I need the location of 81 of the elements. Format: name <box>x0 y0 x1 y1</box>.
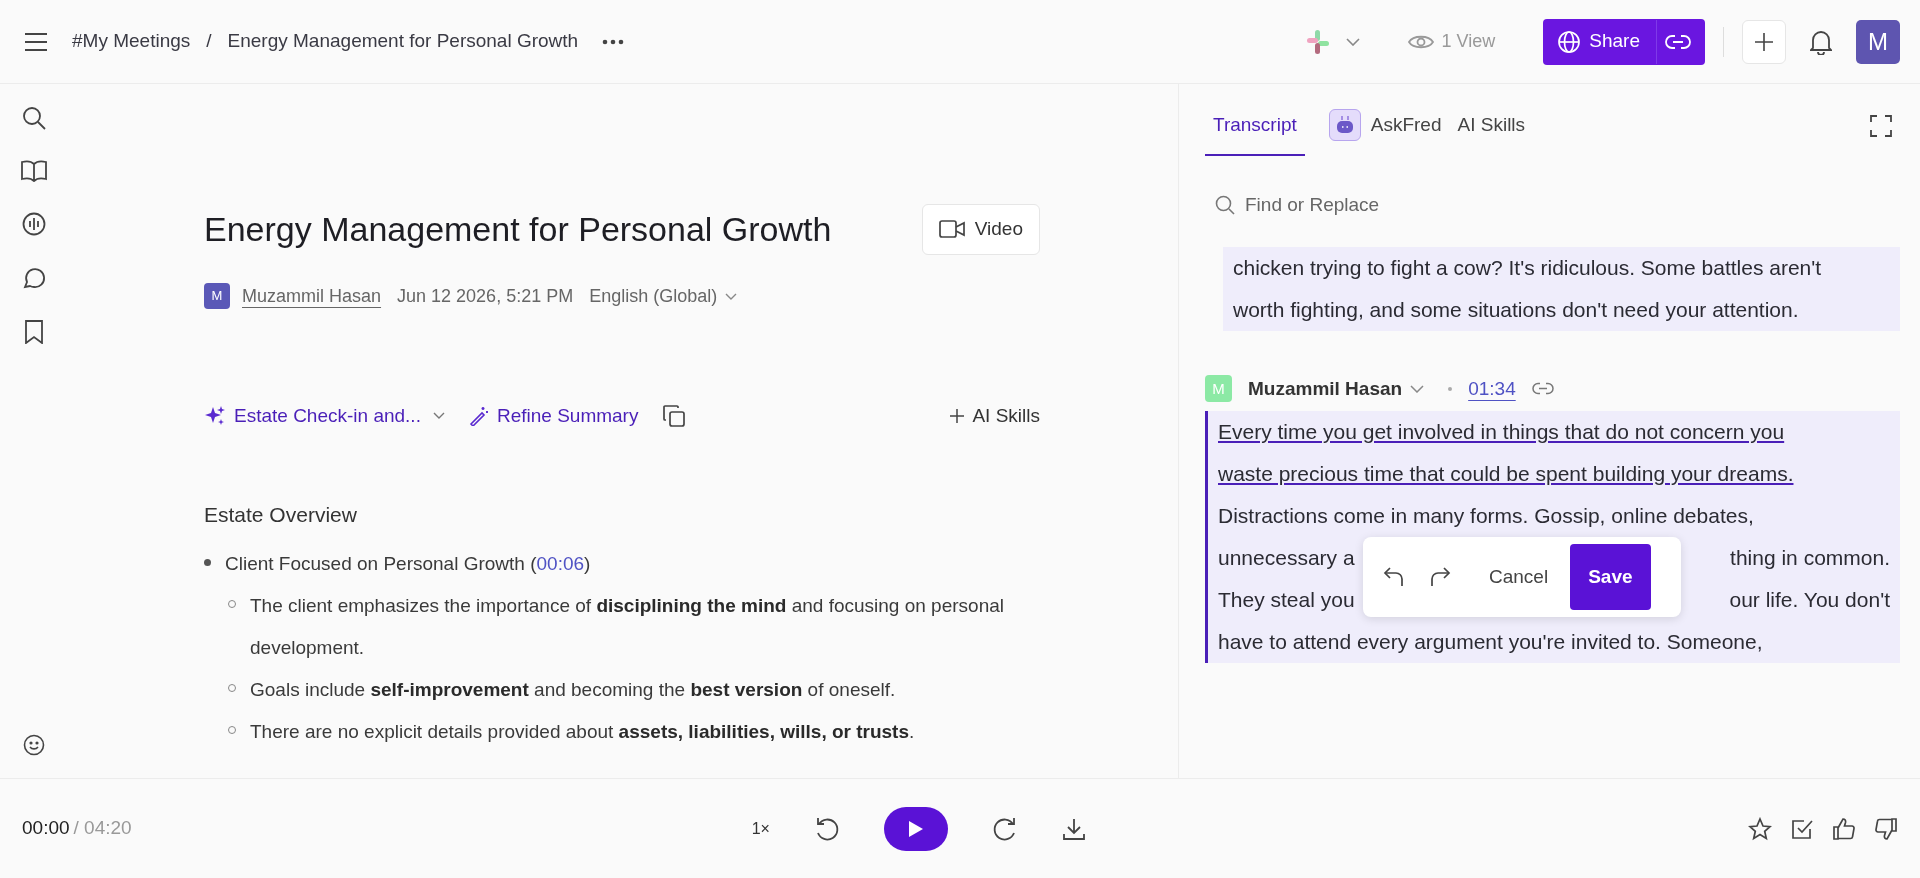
section-heading: Estate Overview <box>204 502 358 528</box>
search-icon <box>1215 195 1235 216</box>
plus-icon <box>950 408 965 423</box>
star-button[interactable] <box>1748 816 1772 841</box>
link-icon[interactable] <box>1531 382 1554 396</box>
bookmark-icon[interactable] <box>24 320 44 344</box>
share-button[interactable]: Share <box>1543 18 1705 65</box>
transcript-line[interactable]: waste precious time that could be spent building your dreams. <box>1218 453 1890 495</box>
speaker-avatar: M <box>1205 375 1232 403</box>
panel-tab[interactable]: Transcript <box>1205 96 1305 156</box>
timestamp-link[interactable]: 00:06 <box>536 553 585 575</box>
edited-transcript-block[interactable] <box>1205 411 1900 663</box>
smiley-icon[interactable] <box>23 734 45 756</box>
speaker-name: Muzammil Hasan <box>1248 376 1403 401</box>
view-count: 1 View <box>1441 30 1496 53</box>
redo-button[interactable] <box>1429 567 1451 587</box>
magic-wand-icon <box>468 405 489 426</box>
play-button[interactable] <box>883 806 948 851</box>
current-time: 00:00 <box>22 816 70 841</box>
bullet-icon <box>204 559 211 567</box>
transcript-line[interactable]: have to attend every argument you're invited to. Someone, <box>1218 621 1890 663</box>
plus-icon <box>1754 31 1774 52</box>
video-button[interactable]: Video <box>921 204 1040 255</box>
summary-detail: Goals include self-improvement and becoming the best version of oneself. <box>250 678 896 703</box>
undo-button[interactable] <box>1383 567 1405 587</box>
timestamp-link[interactable]: 01:34 <box>1468 374 1516 403</box>
menu-icon[interactable] <box>24 32 48 51</box>
refine-summary-button[interactable]: Refine Summary <box>468 401 639 430</box>
playback-speed-button[interactable]: 1× <box>751 816 770 841</box>
transcript-line[interactable]: chicken trying to fight a cow? It's ridiculous. Some battles aren't <box>1233 246 1890 289</box>
thumbs-up-button[interactable] <box>1832 816 1856 841</box>
play-icon <box>907 819 924 838</box>
chat-icon[interactable] <box>22 266 46 290</box>
summary-detail: There are no explicit details provided about assets, liabilities, wills, or trusts. <box>250 720 915 745</box>
download-button[interactable] <box>1061 816 1086 841</box>
language-selector[interactable]: English (Global) <box>589 282 718 310</box>
add-button[interactable] <box>1742 19 1786 64</box>
chevron-down-icon[interactable] <box>1345 37 1360 46</box>
chevron-down-icon <box>432 412 445 420</box>
owner-avatar: M <box>204 283 230 309</box>
breadcrumb-link[interactable]: #My Meetings <box>72 27 191 56</box>
robot-icon <box>1328 109 1361 141</box>
meeting-title: Energy Management for Personal Growth <box>204 208 832 250</box>
save-button[interactable]: Save <box>1570 544 1651 610</box>
chevron-down-icon[interactable] <box>1410 384 1425 393</box>
video-camera-icon <box>938 220 965 239</box>
dot-icon <box>1448 386 1453 391</box>
user-avatar[interactable]: M <box>1856 19 1900 64</box>
transcript-line[interactable]: our life. You don't <box>1729 579 1890 621</box>
globe-icon <box>1557 29 1582 54</box>
audio-icon[interactable] <box>22 212 46 236</box>
owner-link[interactable]: Muzammil Hasan <box>242 282 382 310</box>
find-replace-field[interactable]: Find or Replace <box>1243 190 1543 221</box>
transcript-line[interactable]: Distractions come in many forms. Gossip, online debates, <box>1218 495 1890 537</box>
search-icon[interactable] <box>22 106 46 130</box>
transcript-line[interactable]: worth fighting, and some situations don't need your attention. <box>1233 288 1890 331</box>
summary-detail: The client emphasizes the importance of disciplining the mind and focusing on personal development. <box>250 594 1005 661</box>
breadcrumb-separator: / <box>206 29 212 54</box>
cancel-button[interactable]: Cancel <box>1467 556 1571 598</box>
sparkle-icon <box>204 404 226 427</box>
fullscreen-icon[interactable] <box>1870 115 1892 137</box>
ai-skills-button[interactable]: AI Skills <box>950 401 1040 430</box>
book-icon[interactable] <box>21 160 47 182</box>
bell-icon[interactable] <box>1810 28 1832 55</box>
thumbs-down-button[interactable] <box>1874 816 1898 841</box>
chevron-down-icon[interactable] <box>725 292 738 300</box>
template-dropdown[interactable]: Estate Check-in and... <box>204 401 445 430</box>
transcript-line[interactable]: unnecessary a <box>1218 537 1355 579</box>
transcript-line[interactable]: Every time you get involved in things that do not concern you <box>1218 411 1890 453</box>
panel-tab[interactable]: AskFred <box>1320 96 1450 156</box>
transcript-line[interactable]: thing in common. <box>1730 537 1890 579</box>
summary-point: Client Focused on Personal Growth (00:06) <box>225 552 591 577</box>
app-logo-icon[interactable] <box>1305 28 1330 55</box>
more-icon[interactable] <box>602 38 625 45</box>
total-duration: / 04:20 <box>73 816 132 841</box>
forward-button[interactable] <box>991 815 1018 842</box>
panel-tab[interactable]: AI Skills <box>1449 96 1534 156</box>
copy-icon[interactable] <box>662 403 687 428</box>
transcript-line[interactable]: They steal you <box>1218 579 1355 621</box>
meeting-date: Jun 12 2026, 5:21 PM <box>397 284 574 308</box>
breadcrumb-current: Energy Management for Personal Growth <box>227 29 579 54</box>
